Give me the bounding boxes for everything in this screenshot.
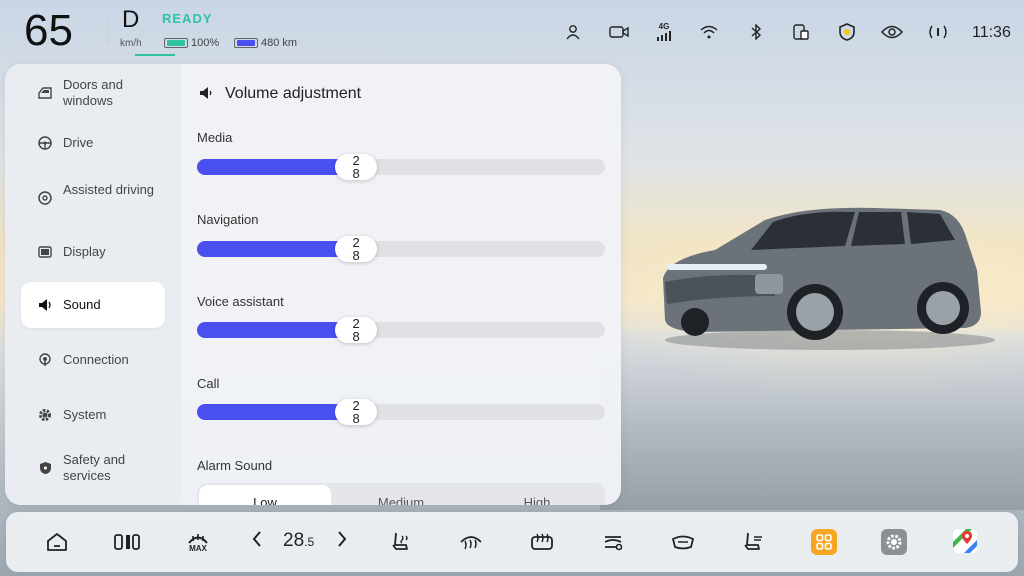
- battery-indicator: 100%: [164, 36, 220, 49]
- range-value: 480 km: [261, 36, 298, 49]
- background-floor: [600, 330, 1024, 510]
- front-defrost-icon[interactable]: [458, 530, 484, 554]
- slider-fill: [197, 322, 357, 338]
- clock: 11:36: [972, 24, 1011, 41]
- sidebar-item-system[interactable]: System: [21, 392, 165, 438]
- slider-knob[interactable]: 28: [335, 236, 378, 262]
- call-volume-label: Call: [197, 376, 220, 391]
- sidebar-item-connection[interactable]: Connection: [21, 337, 165, 383]
- slider-knob[interactable]: 28: [335, 399, 378, 425]
- max-defrost-icon[interactable]: MAX: [185, 530, 211, 554]
- slider-fill: [197, 404, 357, 420]
- gear-indicator: D: [122, 6, 140, 33]
- phone-projection-icon[interactable]: [790, 22, 812, 42]
- apps-icon[interactable]: [811, 529, 837, 555]
- alarm-option-high[interactable]: High: [469, 483, 605, 505]
- alarm-sound-selector: Low Medium High: [197, 483, 605, 505]
- fan-mode-icon[interactable]: [600, 530, 626, 554]
- sidebar-item-label: Sound: [63, 297, 101, 312]
- battery-icon: [164, 37, 188, 48]
- display-icon: [37, 244, 53, 260]
- navigation-volume-slider[interactable]: 28: [197, 236, 605, 262]
- sidebar-item-label: Drive: [63, 135, 94, 150]
- sidebar-item-label: Doors and windows: [63, 77, 123, 108]
- sidebar-item-label: Assisted driving: [63, 182, 155, 197]
- ready-indicator: READY: [162, 11, 213, 26]
- sound-settings: Volume adjustment Media 28 Navigation 28…: [181, 64, 621, 505]
- settings-icon[interactable]: [881, 529, 907, 555]
- sidebar-item-display[interactable]: Display: [21, 229, 165, 275]
- bottom-dock: MAX 28.5: [6, 512, 1018, 572]
- vehicle-image: [663, 207, 995, 350]
- camera-icon[interactable]: [608, 22, 630, 42]
- sidebar-item-label: Safety and services: [63, 452, 126, 483]
- sidebar-item-label: Connection: [63, 352, 129, 367]
- climate-columns-icon[interactable]: [114, 530, 140, 554]
- section-title: Volume adjustment: [225, 85, 362, 102]
- security-shield-icon[interactable]: [836, 22, 858, 42]
- voice-assistant-volume-slider[interactable]: 28: [197, 317, 605, 343]
- slider-fill: [197, 159, 357, 175]
- sidebar-item-label: Display: [63, 244, 106, 259]
- slider-fill: [197, 241, 357, 257]
- broadcast-icon[interactable]: [927, 22, 949, 42]
- alarm-sound-label: Alarm Sound: [197, 458, 273, 473]
- status-bar: 65 D km/h READY 100% 480 km 4G 11:36: [0, 0, 1024, 60]
- signal-4g-icon: 4G: [653, 22, 675, 42]
- settings-sidebar: Doors and windows Drive Assisted driving…: [5, 64, 181, 505]
- alarm-option-low[interactable]: Low: [199, 485, 331, 505]
- battery-percent: 100%: [191, 36, 220, 49]
- steering-heat-icon[interactable]: [670, 530, 696, 554]
- temperature-readout: 28.5: [283, 530, 315, 551]
- slider-knob[interactable]: 28: [335, 317, 378, 343]
- status-underline: [135, 54, 175, 56]
- media-volume-label: Media: [197, 130, 233, 145]
- shield-icon: [37, 460, 53, 476]
- sidebar-item-safety-services[interactable]: Safety and services: [21, 445, 165, 491]
- bluetooth-icon[interactable]: [745, 22, 767, 42]
- maps-icon[interactable]: [952, 528, 978, 554]
- navigation-volume-label: Navigation: [197, 212, 259, 227]
- sidebar-item-label: System: [63, 407, 107, 422]
- call-volume-slider[interactable]: 28: [197, 399, 605, 425]
- speed-readout: 65: [24, 6, 73, 55]
- seat-heat-icon[interactable]: [388, 530, 414, 554]
- range-icon: [234, 37, 258, 48]
- range-indicator: 480 km: [234, 36, 298, 49]
- alarm-option-medium[interactable]: Medium: [333, 483, 469, 505]
- car-door-icon: [37, 85, 53, 101]
- home-icon[interactable]: [44, 530, 70, 554]
- speaker-icon: [37, 297, 53, 313]
- sidebar-item-drive[interactable]: Drive: [21, 120, 165, 166]
- assisted-driving-icon: [37, 190, 53, 206]
- rear-defrost-icon[interactable]: [529, 530, 555, 554]
- sidebar-item-sound[interactable]: Sound: [21, 282, 165, 328]
- temp-up-arrow-icon[interactable]: [336, 529, 348, 555]
- driver-profile-icon[interactable]: [562, 22, 584, 42]
- media-volume-slider[interactable]: 28: [197, 154, 605, 180]
- wifi-icon[interactable]: [698, 22, 720, 42]
- speed-unit: km/h: [120, 38, 142, 49]
- temp-down-arrow-icon[interactable]: [251, 529, 263, 555]
- status-divider: [108, 14, 109, 44]
- privacy-eye-icon[interactable]: [881, 22, 903, 42]
- steering-wheel-icon: [37, 135, 53, 151]
- connection-icon: [37, 352, 53, 368]
- sidebar-item-assisted-driving[interactable]: Assisted driving: [21, 170, 165, 216]
- slider-knob[interactable]: 28: [335, 154, 378, 180]
- settings-panel: Doors and windows Drive Assisted driving…: [5, 64, 621, 505]
- seat-ventilation-icon[interactable]: [741, 530, 767, 554]
- sidebar-item-doors-windows[interactable]: Doors and windows: [21, 70, 165, 116]
- speaker-icon: [199, 86, 213, 105]
- gear-icon: [37, 407, 53, 423]
- voice-assistant-volume-label: Voice assistant: [197, 294, 284, 309]
